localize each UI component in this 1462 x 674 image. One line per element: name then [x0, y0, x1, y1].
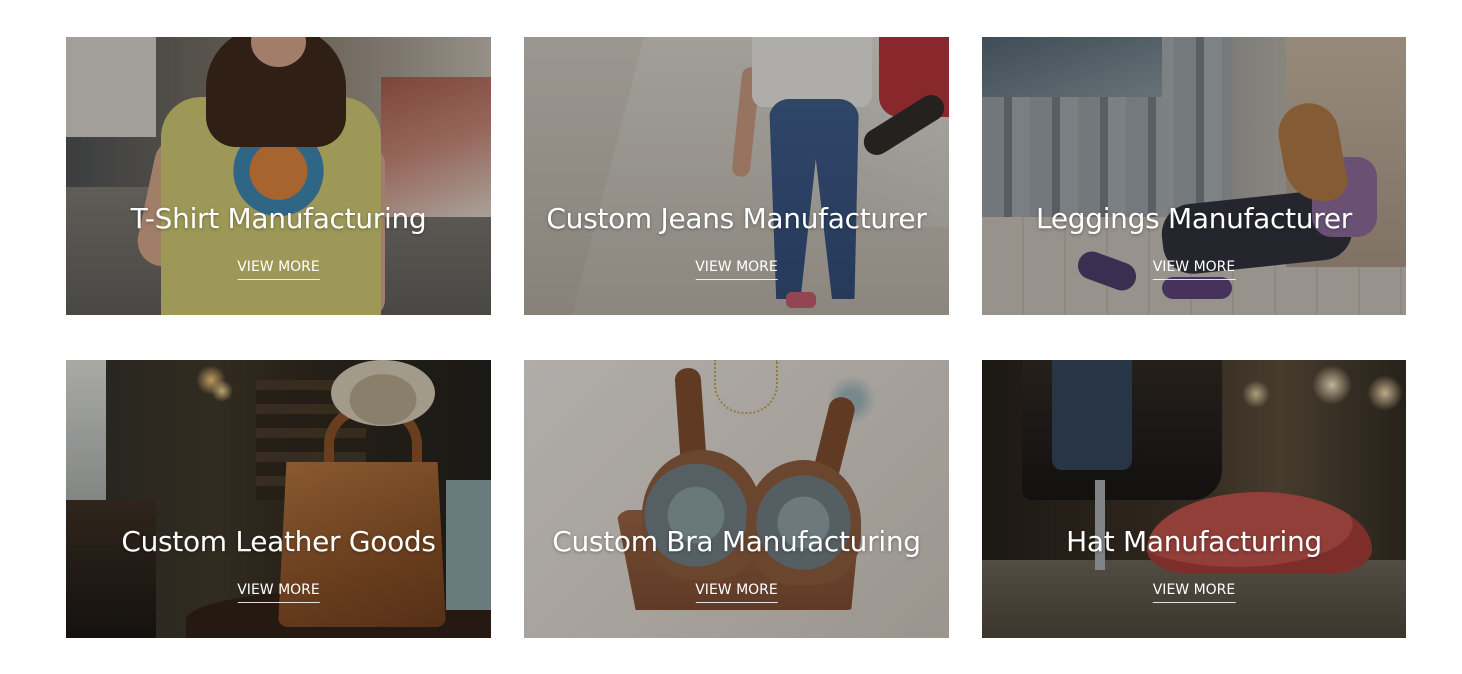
view-more-link[interactable]: VIEW MORE — [695, 581, 778, 603]
category-card-bra[interactable]: Custom Bra Manufacturing VIEW MORE — [524, 360, 949, 638]
view-more-link[interactable]: VIEW MORE — [695, 258, 778, 280]
view-more-link[interactable]: VIEW MORE — [1152, 581, 1236, 603]
card-title: Custom Bra Manufacturing — [552, 525, 921, 558]
category-grid: T-Shirt Manufacturing VIEW MORE Custom J… — [66, 37, 1407, 638]
card-title: Custom Jeans Manufacturer — [546, 202, 927, 235]
category-card-hat[interactable]: Hat Manufacturing VIEW MORE — [982, 360, 1406, 638]
category-card-leggings[interactable]: Leggings Manufacturer VIEW MORE — [982, 37, 1406, 315]
card-title: Leggings Manufacturer — [1036, 202, 1352, 235]
category-card-t-shirt[interactable]: T-Shirt Manufacturing VIEW MORE — [66, 37, 491, 315]
view-more-link[interactable]: VIEW MORE — [237, 258, 320, 280]
category-card-jeans[interactable]: Custom Jeans Manufacturer VIEW MORE — [524, 37, 949, 315]
view-more-link[interactable]: VIEW MORE — [237, 581, 320, 603]
view-more-link[interactable]: VIEW MORE — [1152, 258, 1236, 280]
card-title: Custom Leather Goods — [121, 525, 436, 558]
category-card-leather-goods[interactable]: Custom Leather Goods VIEW MORE — [66, 360, 491, 638]
card-title: T-Shirt Manufacturing — [130, 202, 427, 235]
card-title: Hat Manufacturing — [1066, 525, 1322, 558]
